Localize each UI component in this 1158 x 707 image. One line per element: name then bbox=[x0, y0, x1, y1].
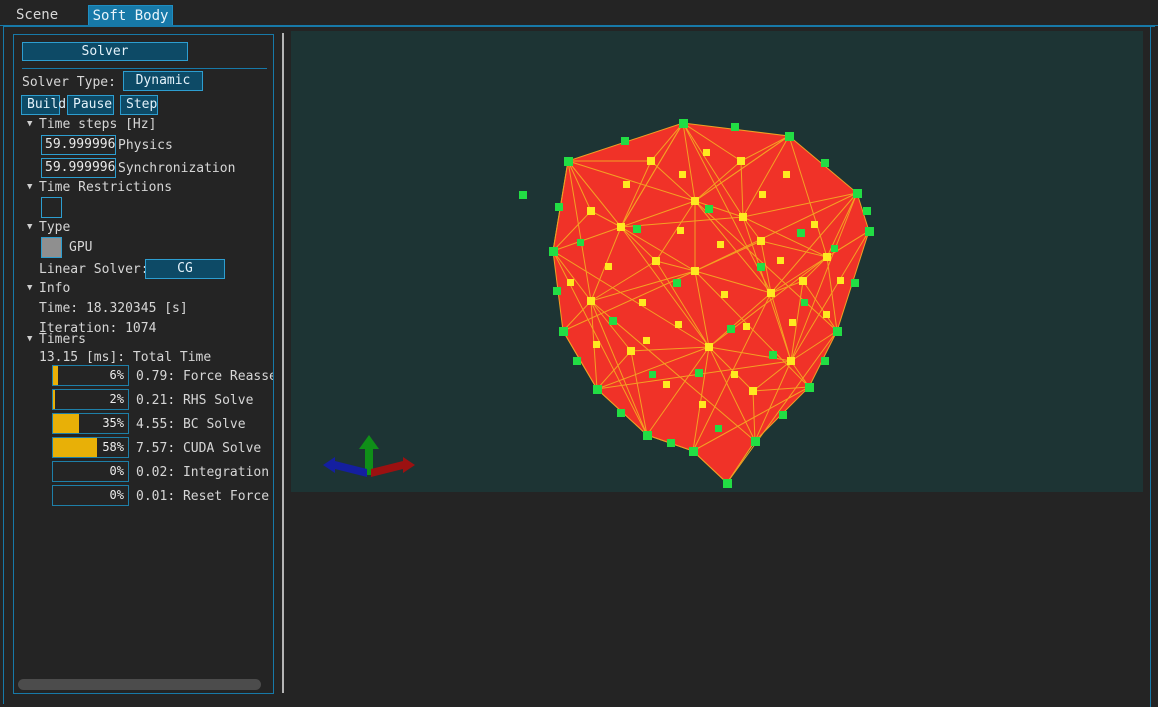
pause-button[interactable]: Pause bbox=[67, 95, 114, 115]
timer-bar-force-reassembly: 6% bbox=[52, 365, 129, 386]
timer-bar-percent: 6% bbox=[109, 368, 124, 382]
timer-bar-rhs-solve: 2% bbox=[52, 389, 129, 410]
3d-viewport[interactable] bbox=[291, 31, 1143, 492]
time-restrictions-checkbox[interactable] bbox=[41, 197, 62, 218]
timer-bar-reset-force: 0% bbox=[52, 485, 129, 506]
gpu-label: GPU bbox=[69, 240, 93, 255]
timer-row-force-reassembly: 0.79: Force Reassembl• bbox=[136, 369, 273, 384]
solver-type-label: Solver Type: bbox=[22, 75, 116, 90]
type-triangle-icon[interactable]: ▼ bbox=[27, 223, 32, 232]
solver-type-value: Dynamic bbox=[135, 73, 191, 88]
timer-bar-fill bbox=[53, 414, 80, 433]
solver-panel-content: Solver Solver Type: Dynamic Build Pause … bbox=[14, 35, 273, 693]
physics-hz-label: Physics bbox=[118, 138, 173, 153]
physics-hz-value: 59.999996 bbox=[45, 137, 115, 152]
timer-row-integration-solve: 0.02: Integration Sol• bbox=[136, 465, 273, 480]
panel-horizontal-scrollbar[interactable] bbox=[15, 676, 272, 692]
info-header[interactable]: Info bbox=[39, 281, 70, 296]
window-right-border bbox=[1150, 26, 1151, 707]
info-time: Time: 18.320345 [s] bbox=[39, 301, 188, 316]
tab-scene-label: Scene bbox=[16, 7, 59, 23]
info-triangle-icon[interactable]: ▼ bbox=[27, 284, 32, 293]
build-button-label: Build bbox=[27, 97, 67, 112]
synchronization-hz-label: Synchronization bbox=[118, 161, 236, 176]
soft-body-mesh-render bbox=[323, 119, 874, 488]
timer-time: 0.01 bbox=[136, 489, 168, 504]
tab-soft-body[interactable]: Soft Body bbox=[88, 5, 173, 26]
timer-name: BC Solve bbox=[182, 417, 246, 432]
timer-time: 0.79 bbox=[136, 369, 168, 384]
synchronization-hz-value: 59.999996 bbox=[45, 160, 115, 175]
solver-section-header[interactable]: Solver bbox=[22, 42, 188, 61]
linear-solver-value: CG bbox=[177, 261, 193, 276]
timer-row-rhs-solve: 0.21: RHS Solve bbox=[136, 393, 254, 408]
panel-vertical-scrollbar[interactable] bbox=[282, 33, 284, 693]
timer-name: Reset Force bbox=[182, 489, 270, 504]
timer-time: 7.57 bbox=[136, 441, 168, 456]
linear-solver-combo[interactable]: CG bbox=[145, 259, 225, 279]
solver-type-combo[interactable]: Dynamic bbox=[123, 71, 203, 91]
timer-bar-fill bbox=[53, 438, 97, 457]
timer-bar-cuda-solve: 58% bbox=[52, 437, 129, 458]
timers-triangle-icon[interactable]: ▼ bbox=[27, 335, 32, 344]
panel-horizontal-scrollbar-thumb[interactable] bbox=[18, 679, 261, 690]
section-divider bbox=[22, 68, 267, 69]
timer-name: Force Reassembl• bbox=[182, 369, 273, 384]
timers-header[interactable]: Timers bbox=[39, 332, 86, 347]
tab-scene[interactable]: Scene bbox=[10, 5, 64, 26]
synchronization-hz-input[interactable]: 59.999996 bbox=[41, 158, 116, 178]
time-restrictions-triangle-icon[interactable]: ▼ bbox=[27, 183, 32, 192]
timer-row-cuda-solve: 7.57: CUDA Solve bbox=[136, 441, 262, 456]
build-button[interactable]: Build bbox=[21, 95, 66, 115]
linear-solver-label: Linear Solver: bbox=[39, 262, 149, 277]
physics-hz-input[interactable]: 59.999996 bbox=[41, 135, 116, 155]
timer-time: 0.21 bbox=[136, 393, 168, 408]
timer-name: CUDA Solve bbox=[182, 441, 262, 456]
timer-bar-bc-solve: 35% bbox=[52, 413, 129, 434]
step-button[interactable]: Step bbox=[120, 95, 158, 115]
timer-bar-percent: 35% bbox=[102, 416, 124, 430]
tab-soft-body-label: Soft Body bbox=[92, 8, 169, 24]
pause-button-label: Pause bbox=[73, 97, 113, 112]
timer-bar-fill bbox=[53, 366, 58, 385]
gpu-checkbox[interactable] bbox=[41, 237, 62, 258]
timer-bar-percent: 58% bbox=[102, 440, 124, 454]
solver-panel: Solver Solver Type: Dynamic Build Pause … bbox=[13, 34, 274, 694]
timer-row-bc-solve: 4.55: BC Solve bbox=[136, 417, 246, 432]
timers-total: 13.15 [ms]: Total Time bbox=[39, 350, 212, 365]
timer-bar-integration-solve: 0% bbox=[52, 461, 129, 482]
axis-gizmo bbox=[323, 435, 415, 477]
timer-bar-percent: 2% bbox=[109, 392, 124, 406]
tab-bar: Scene Soft Body bbox=[0, 0, 1158, 26]
timer-name: Integration Sol• bbox=[182, 465, 273, 480]
timer-name: RHS Solve bbox=[182, 393, 254, 408]
time-steps-header[interactable]: Time steps [Hz] bbox=[39, 117, 156, 132]
time-steps-triangle-icon[interactable]: ▼ bbox=[27, 120, 32, 129]
timer-time: 4.55 bbox=[136, 417, 168, 432]
application-window: Scene Soft Body Solver Solver Type: Dyna… bbox=[0, 0, 1158, 707]
timer-bar-percent: 0% bbox=[109, 488, 124, 502]
step-button-label: Step bbox=[126, 97, 158, 112]
type-header[interactable]: Type bbox=[39, 220, 70, 235]
timer-bar-percent: 0% bbox=[109, 464, 124, 478]
timer-time: 0.02 bbox=[136, 465, 168, 480]
timer-row-reset-force: 0.01: Reset Force bbox=[136, 489, 270, 504]
solver-section-title: Solver bbox=[81, 44, 129, 59]
time-restrictions-header[interactable]: Time Restrictions bbox=[39, 180, 172, 195]
timer-bar-fill bbox=[53, 390, 55, 409]
